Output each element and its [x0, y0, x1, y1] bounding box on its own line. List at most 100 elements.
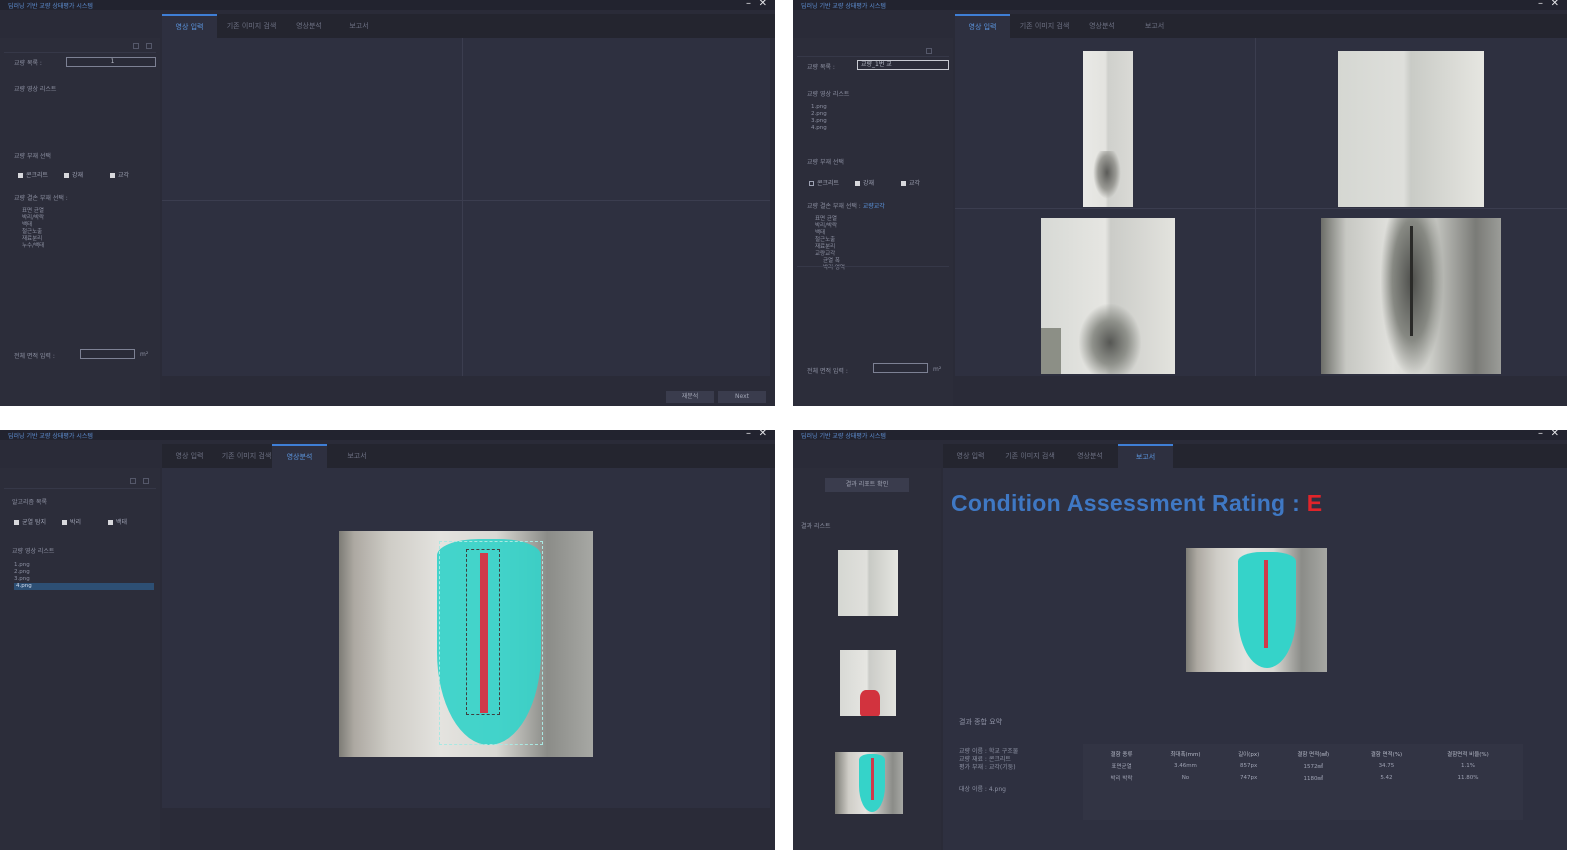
result-thumbnail-2[interactable] — [840, 650, 896, 716]
area-input[interactable] — [873, 363, 928, 373]
bridge-name-input[interactable]: 1 — [66, 57, 156, 67]
sidebar-divider — [797, 266, 949, 267]
tab-analysis[interactable]: 영상분석 — [272, 444, 327, 468]
list-item[interactable]: 철근노출 — [22, 229, 44, 236]
window-image-analysis: 딥러닝 기반 교량 상태평가 시스템 – ✕ 영상 입력 기존 이미지 검색 영… — [0, 430, 775, 850]
list-item[interactable]: 표면 균열 — [22, 208, 44, 215]
list-item[interactable]: 교량교각 — [815, 251, 845, 258]
report-result-image[interactable] — [1186, 548, 1327, 672]
algorithm-checkbox-crack[interactable]: 균열 탐지 — [14, 517, 46, 526]
report-view-button[interactable]: 결과 리포트 확인 — [825, 478, 909, 492]
tab-report[interactable]: 보고서 — [332, 444, 382, 468]
list-item[interactable]: 1.png — [811, 104, 827, 111]
list-item[interactable]: 2.png — [811, 111, 827, 118]
list-item[interactable]: 재료분리 — [815, 244, 845, 251]
app-title: 딥러닝 기반 교량 상태평가 시스템 — [801, 433, 886, 440]
image-list-label: 교량 영상 리스트 — [807, 91, 850, 98]
member-checkbox-concrete[interactable]: 콘크리트 — [809, 178, 839, 187]
tab-report[interactable]: 보고서 — [334, 14, 384, 38]
result-thumbnail-3[interactable] — [835, 752, 903, 814]
area-label: 전체 면적 입력 : — [807, 368, 848, 375]
tab-image-search[interactable]: 기존 이미지 검색 — [995, 444, 1065, 468]
bridge-image-1[interactable] — [1083, 51, 1133, 207]
minimize-icon[interactable]: – — [1538, 430, 1543, 439]
list-item[interactable]: 균열 폭 — [815, 258, 845, 265]
table-header: 결함 면적(%) — [1370, 752, 1403, 758]
list-item-selected[interactable]: 4.png — [14, 583, 154, 590]
image-grid-panel — [162, 38, 770, 376]
tab-analysis[interactable]: 영상분석 — [1065, 444, 1115, 468]
tab-image-input[interactable]: 영상 입력 — [955, 14, 1010, 38]
list-item[interactable]: 백태 — [815, 230, 845, 237]
list-item[interactable]: 표면 균열 — [815, 216, 845, 223]
close-icon[interactable]: ✕ — [1551, 0, 1559, 9]
minimize-icon[interactable]: – — [746, 0, 751, 9]
minimize-icon[interactable]: – — [1538, 0, 1543, 9]
rating-value: E — [1306, 490, 1323, 516]
tab-image-search[interactable]: 기존 이미지 검색 — [214, 444, 279, 468]
area-input[interactable] — [80, 349, 135, 359]
list-item[interactable]: 1.png — [14, 562, 154, 569]
list-item[interactable]: 재료분리 — [22, 236, 44, 243]
damage-spot — [1079, 304, 1141, 374]
table-row: 박리 박락 No 747px 1180㎟ 5.42 11.80% — [1093, 772, 1513, 784]
analysis-result-image[interactable] — [339, 531, 593, 757]
tab-analysis[interactable]: 영상분석 — [1077, 14, 1127, 38]
next-button[interactable]: Next — [718, 391, 766, 403]
list-item[interactable]: 3.png — [14, 576, 154, 583]
bridge-image-2[interactable] — [1338, 51, 1484, 207]
member-checkbox-steel[interactable]: 강재 — [64, 170, 83, 179]
bridge-edge — [1041, 328, 1061, 374]
algorithm-checkbox-efflorescence[interactable]: 백태 — [108, 517, 127, 526]
image-name: 대상 이름 : 4.png — [959, 786, 1006, 793]
sidebar-collapse-button[interactable] — [130, 478, 136, 484]
info-bridge-name: 교량 이름 : 학교 구조물 — [959, 748, 1019, 755]
list-item[interactable]: 누수/백태 — [22, 243, 44, 250]
list-item[interactable]: 3.png — [811, 118, 827, 125]
results-table: 결함 종류 최대폭(mm) 길이(px) 결함 면적(㎟) 결함 면적(%) 결… — [1093, 748, 1513, 784]
tab-report[interactable]: 보고서 — [1118, 444, 1173, 468]
crack-line — [1410, 226, 1413, 336]
bridge-name-input[interactable]: 교량_1번 교 — [857, 60, 949, 70]
table-cell: 5.42 — [1380, 775, 1393, 781]
member-checkbox-pier[interactable]: 교각 — [110, 170, 129, 179]
list-item[interactable]: 4.png — [811, 125, 827, 132]
tab-image-search[interactable]: 기존 이미지 검색 — [219, 14, 284, 38]
tab-bar: 영상 입력 기존 이미지 검색 영상분석 보고서 — [162, 444, 775, 468]
result-thumbnail-1[interactable] — [838, 550, 898, 616]
tab-analysis[interactable]: 영상분석 — [284, 14, 334, 38]
bridge-image-3[interactable] — [1041, 218, 1175, 374]
minimize-icon[interactable]: – — [746, 430, 751, 439]
sidebar-collapse-button[interactable] — [133, 43, 139, 49]
tab-image-search[interactable]: 기존 이미지 검색 — [1012, 14, 1077, 38]
bridge-image-4[interactable] — [1321, 218, 1501, 374]
tab-image-input[interactable]: 영상 입력 — [162, 444, 217, 468]
table-header: 결함 면적(㎟) — [1297, 752, 1330, 758]
algorithm-label: 알고리즘 목록 — [12, 499, 48, 506]
reanalyze-button[interactable]: 재분석 — [666, 391, 714, 403]
member-checkbox-concrete[interactable]: 콘크리트 — [18, 170, 48, 179]
close-icon[interactable]: ✕ — [759, 0, 767, 9]
list-item[interactable]: 박리/박락 — [22, 215, 44, 222]
member-checkbox-pier[interactable]: 교각 — [901, 178, 920, 187]
tab-report[interactable]: 보고서 — [1127, 14, 1182, 38]
sidebar-divider — [4, 52, 156, 53]
sidebar-expand-button[interactable] — [143, 478, 149, 484]
sidebar-collapse-button[interactable] — [926, 48, 932, 54]
tab-image-input[interactable]: 영상 입력 — [943, 444, 998, 468]
close-icon[interactable]: ✕ — [759, 430, 767, 439]
tab-image-input[interactable]: 영상 입력 — [162, 14, 217, 38]
list-item[interactable]: 2.png — [14, 569, 154, 576]
window-report: 딥러닝 기반 교량 상태평가 시스템 – ✕ 영상 입력 기존 이미지 검색 영… — [793, 430, 1567, 850]
list-item[interactable]: 철근노출 — [815, 237, 845, 244]
table-header-row: 결함 종류 최대폭(mm) 길이(px) 결함 면적(㎟) 결함 면적(%) 결… — [1093, 748, 1513, 760]
list-item[interactable]: 박리/박락 — [815, 223, 845, 230]
close-icon[interactable]: ✕ — [1551, 430, 1559, 439]
member-checkbox-steel[interactable]: 강재 — [855, 178, 874, 187]
screenshot-collage: 딥러닝 기반 교량 상태평가 시스템 – ✕ 영상 입력 기존 이미지 검색 영… — [0, 0, 1595, 850]
algorithm-checkbox-spalling[interactable]: 박리 — [62, 517, 81, 526]
table-cell: 박리 박락 — [1110, 776, 1133, 782]
sidebar-expand-button[interactable] — [146, 43, 152, 49]
list-item[interactable]: 백태 — [22, 222, 44, 229]
damage-selected-value: 교량교각 — [862, 203, 885, 210]
